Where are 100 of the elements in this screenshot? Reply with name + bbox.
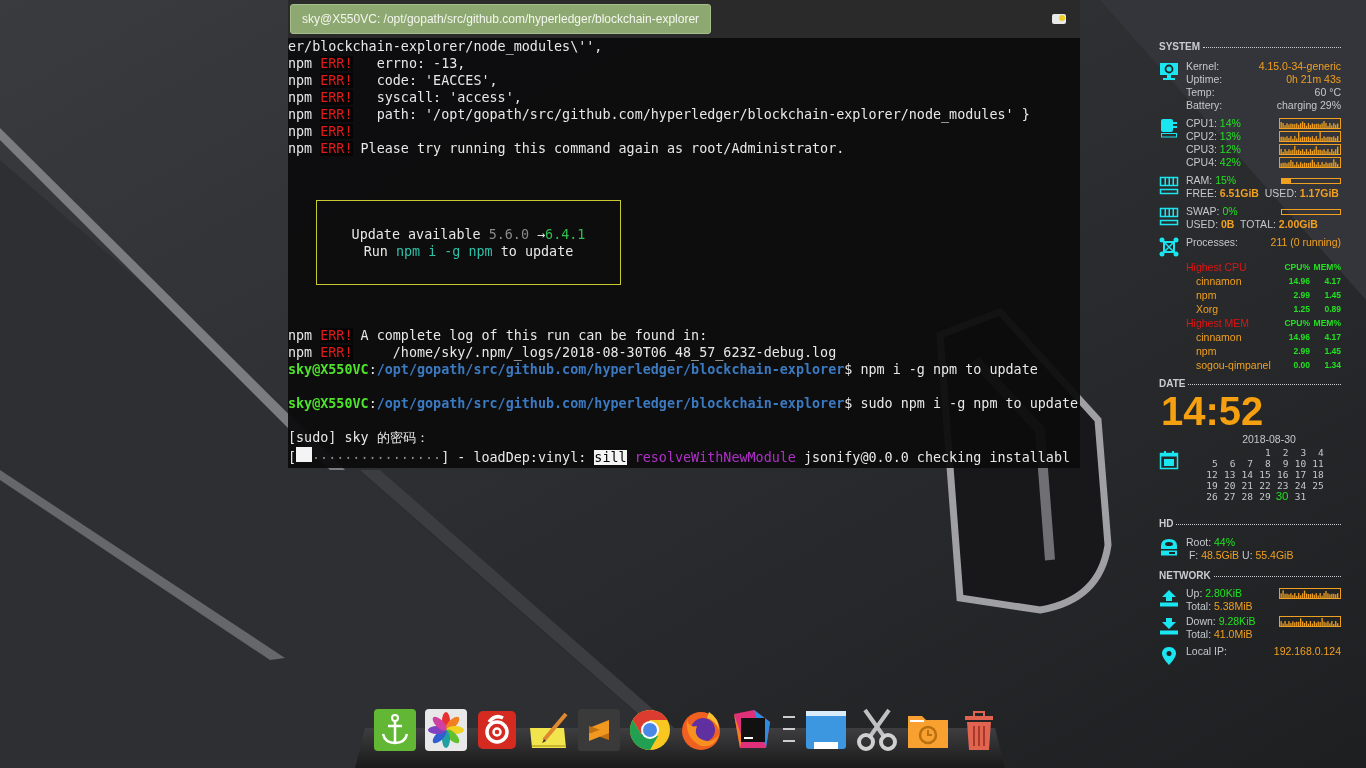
calendar-day: 30 (1270, 491, 1289, 502)
terminal-line: er/blockchain-explorer/node_modules\'', (288, 38, 604, 55)
process-value: 0.00 (1292, 358, 1310, 372)
calendar-day: 17 (1288, 469, 1307, 480)
disk-summary: F: 48.5GiB U: 55.4GiB (1187, 549, 1295, 562)
calendar-day: 26 (1200, 491, 1218, 502)
process-value: 14.96 (1287, 274, 1310, 288)
memory-reading: RAM: 15% (1186, 174, 1237, 187)
memory-summary: USED: 0B TOTAL: 2.00GiB (1186, 218, 1319, 231)
memory-reading: SWAP: 0% (1186, 205, 1238, 218)
terminal-line: npm ERR! A complete log of this run can be found in: (288, 327, 709, 344)
calendar-day: 8 (1253, 458, 1271, 469)
column-header: MEM% (1312, 260, 1341, 274)
process-value: 1.45 (1323, 288, 1341, 302)
column-header: CPU% (1283, 260, 1310, 274)
highlighted-text: sill (594, 450, 627, 465)
anchor-icon[interactable] (373, 708, 417, 752)
calendar-day: 21 (1235, 480, 1254, 491)
info-value: 60 °C (1314, 86, 1341, 99)
column-header: CPU% (1283, 316, 1310, 330)
process-name: Xorg (1195, 302, 1220, 316)
terminal-line: npm ERR! path: '/opt/gopath/src/github.com/hyperledger/blockchain-explorer/node_modules' } (288, 106, 1031, 123)
cpu-graph (1279, 118, 1341, 129)
calendar-day: 15 (1253, 469, 1271, 480)
info-label: Kernel: (1186, 60, 1220, 73)
cpu-reading: CPU3: 12% (1186, 143, 1241, 156)
terminal-text: jsonify@0.0.0 checking installabl (802, 450, 1071, 465)
calendar-day: 18 (1306, 469, 1324, 480)
calendar-day: 5 (1200, 458, 1218, 469)
calendar-day: 14 (1235, 469, 1254, 480)
process-value: 1.25 (1292, 302, 1310, 316)
terminal-line: npm ERR! /home/sky/.npm/_logs/2018-08-30T06_48_57_623Z-debug.log (288, 344, 838, 361)
process-value: 1.45 (1323, 344, 1341, 358)
info-label: Uptime: (1186, 73, 1223, 86)
calendar-day: 13 (1217, 469, 1236, 480)
date-text: 2018-08-30 (1241, 433, 1297, 445)
terminal-line: npm ERR! errno: -13, (288, 55, 467, 72)
cpu-graph (1279, 144, 1341, 155)
section-heading: NETWORK (1159, 568, 1211, 582)
network-total: Total: 41.0MiB (1186, 628, 1254, 641)
monitor-icon (1159, 61, 1179, 81)
terminal-line: sky@X550VC:/opt/gopath/src/github.com/hyperledger/blockchain-explorer$ sudo npm i -g npm to update (288, 395, 1080, 412)
calendar-day: 9 (1270, 458, 1289, 469)
window-icon[interactable] (1051, 12, 1067, 26)
disk-usage: Root: 44% (1186, 536, 1237, 549)
calendar-day: 6 (1217, 458, 1236, 469)
browser-icon[interactable] (628, 708, 672, 752)
column-header: MEM% (1312, 316, 1341, 330)
process-value: 14.96 (1287, 330, 1310, 344)
calendar-day: 4 (1306, 447, 1324, 458)
process-value: 4.17 (1323, 274, 1341, 288)
calendar-day: 24 (1288, 480, 1307, 491)
memory-icon (1159, 206, 1179, 226)
process-name: cinnamon (1195, 274, 1243, 288)
process-name: npm (1195, 344, 1218, 358)
cpu-reading: CPU2: 13% (1186, 130, 1241, 143)
network-graph (1279, 588, 1341, 599)
upload-icon (1159, 588, 1179, 608)
section-heading: SYSTEM (1159, 39, 1201, 53)
window-tab[interactable]: sky@X550VC: /opt/gopath/src/github.com/hyperledger/blockchain-explorer (290, 4, 712, 34)
progress-bar: ................ (296, 446, 442, 463)
terminal-line: [sudo] sky 的密码： (288, 429, 430, 446)
info-value: 0h 21m 43s (1286, 73, 1341, 86)
calendar-day: 25 (1306, 480, 1324, 491)
calendar-icon (1159, 450, 1179, 470)
location-pin-icon (1159, 646, 1179, 666)
process-name: sogou-qimpanel (1195, 358, 1272, 372)
calendar-day: 31 (1288, 491, 1307, 502)
spiral-icon[interactable] (475, 708, 519, 752)
notice-text: Run npm i -g npm to update (363, 242, 574, 260)
disk-icon (1159, 537, 1179, 557)
list-title: Highest MEM (1185, 316, 1250, 330)
clock-time: 14:52 (1160, 391, 1265, 431)
terminal-text: ] - loadDep:vinyl: (441, 450, 588, 465)
calendar-day: 20 (1217, 480, 1236, 491)
terminal-text: resolveWithNewModule (633, 450, 796, 465)
calendar-day: 11 (1306, 458, 1324, 469)
process-name: npm (1195, 288, 1218, 302)
terminal-line: npm ERR! Please try running this command again as root/Administrator. (288, 140, 846, 157)
chip-icon (1159, 118, 1179, 138)
info-value: 192.168.0.124 (1273, 645, 1341, 658)
network-total: Total: 5.38MiB (1186, 600, 1254, 613)
photos-icon[interactable] (424, 708, 468, 752)
window-icon[interactable] (804, 708, 848, 752)
cpu-graph (1279, 157, 1341, 168)
network-graph (1279, 616, 1341, 627)
cpu-graph (1279, 131, 1341, 142)
network-rate: Down: 9.28KiB (1186, 615, 1256, 628)
terminal-text: [ (288, 450, 297, 465)
notice-text: Update available 5.6.0 →6.4.1 (351, 225, 586, 243)
info-label: Battery: (1186, 99, 1223, 112)
calendar-day: 10 (1288, 458, 1307, 469)
process-value: 2.99 (1292, 288, 1310, 302)
scissors-icon[interactable] (855, 708, 899, 752)
download-icon (1159, 616, 1179, 636)
network-rate: Up: 2.80KiB (1186, 587, 1243, 600)
calendar-day: 12 (1200, 469, 1218, 480)
sublime-icon[interactable] (577, 708, 621, 752)
info-value: 4.15.0-34-generic (1258, 60, 1341, 73)
info-label: Local IP: (1186, 645, 1227, 658)
